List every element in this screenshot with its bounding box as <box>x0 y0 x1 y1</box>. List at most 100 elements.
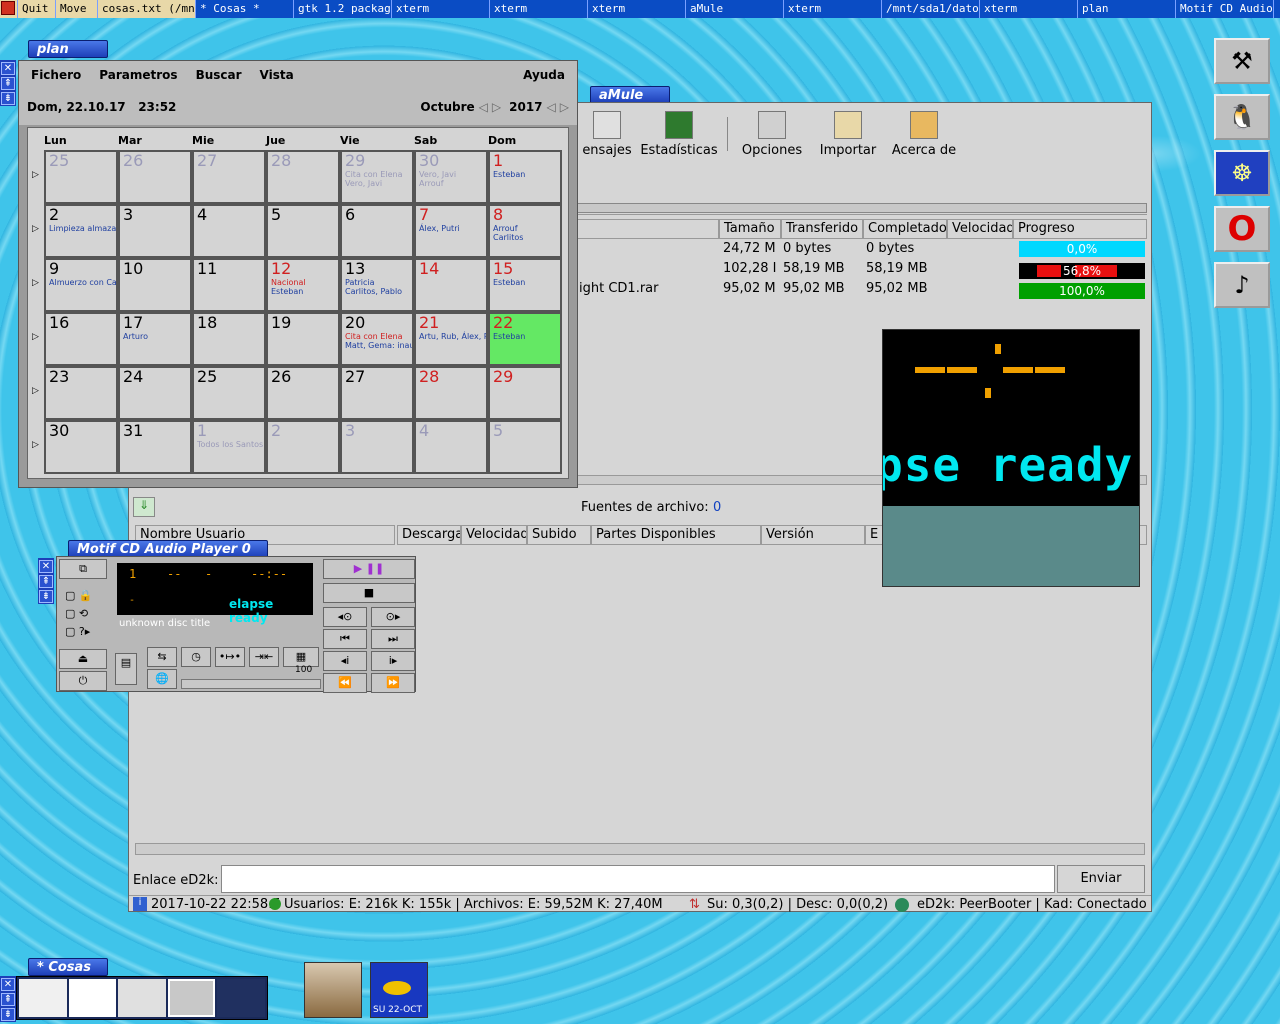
prev-month-icon[interactable]: ◁ <box>479 100 488 114</box>
sample-icon[interactable]: ⇥⇤ <box>249 647 279 667</box>
next-track-button[interactable]: ⏭ <box>371 629 415 649</box>
col-size[interactable]: Tamaño <box>719 219 781 239</box>
week-select-icon[interactable]: ▷ <box>32 386 39 396</box>
maximize-icon[interactable]: ⇞ <box>1 77 15 90</box>
calendar-day[interactable]: 29 <box>488 366 562 420</box>
next-year-icon[interactable]: ▷ <box>560 100 569 114</box>
search-bar[interactable] <box>577 203 1147 213</box>
src-col-version[interactable]: Versión <box>761 525 865 545</box>
iconify-icon[interactable]: ⇟ <box>1 92 15 105</box>
next-month-icon[interactable]: ▷ <box>492 100 501 114</box>
eject-icon[interactable]: ⏏ <box>59 649 107 669</box>
calendar-day[interactable]: 1 Esteban <box>488 150 562 204</box>
iconify-icon[interactable]: ⇟ <box>1 1008 15 1021</box>
menu-vista[interactable]: Vista <box>260 68 294 82</box>
prev-info-button[interactable]: ◂i <box>323 651 367 671</box>
menu-fichero[interactable]: Fichero <box>31 68 81 82</box>
toolbar-estadisticas[interactable]: Estadísticas <box>639 111 719 158</box>
keypad-icon[interactable]: ▦ <box>283 647 319 667</box>
calendar-day[interactable]: 18 <box>192 312 266 366</box>
src-col-speed[interactable]: Velocidad <box>461 525 527 545</box>
volume-slider[interactable] <box>181 679 321 689</box>
rewind-button[interactable]: ⏪ <box>323 673 367 693</box>
calendar-day[interactable]: 16 <box>44 312 118 366</box>
next-info-button[interactable]: i▸ <box>371 651 415 671</box>
prev-track-button[interactable]: ⏮ <box>323 629 367 649</box>
calendar-day[interactable]: 15 Esteban <box>488 258 562 312</box>
desk-4[interactable] <box>167 979 216 1017</box>
task-xterm-4[interactable]: xterm <box>784 0 882 18</box>
task-motif-cd[interactable]: Motif CD Audio P <box>1176 0 1274 18</box>
calendar-day[interactable]: 3 <box>118 204 192 258</box>
src-col-download[interactable]: Descarga <box>397 525 461 545</box>
task-xterm-3[interactable]: xterm <box>588 0 686 18</box>
prev-index-button[interactable]: ◂⊙ <box>323 607 367 627</box>
iconify-icon[interactable]: ⇟ <box>39 590 53 603</box>
calendar-day[interactable]: 12 Nacional Esteban <box>266 258 340 312</box>
calendar-day[interactable]: 6 <box>340 204 414 258</box>
menu-buscar[interactable]: Buscar <box>196 68 242 82</box>
calendar-day[interactable]: 27 <box>192 150 266 204</box>
cd-tracklist-icon[interactable]: ▤ <box>115 653 137 685</box>
calendar-day[interactable]: 10 <box>118 258 192 312</box>
calendar-day[interactable]: 28 <box>414 366 488 420</box>
toolbar-mensajes[interactable]: ensajes <box>577 111 637 158</box>
task-cosas-txt[interactable]: cosas.txt (/mnt <box>98 0 196 18</box>
week-select-icon[interactable]: ▷ <box>32 170 39 180</box>
track-edit-icon[interactable]: ⇆ <box>147 647 177 667</box>
app-menu-icon[interactable] <box>0 0 18 18</box>
src-h-scrollbar[interactable] <box>135 843 1145 855</box>
maximize-icon[interactable]: ⇞ <box>39 575 53 588</box>
calendar-day[interactable]: 28 <box>266 150 340 204</box>
calendar-day[interactable]: 4 <box>414 420 488 474</box>
week-select-icon[interactable]: ▷ <box>32 440 39 450</box>
calendar-day[interactable]: 29 Cita con Elena Vero, Javi <box>340 150 414 204</box>
power-icon[interactable]: ⏻ <box>59 671 107 691</box>
calendar-day[interactable]: 30 <box>44 420 118 474</box>
calendar-day[interactable]: 20Cita con ElenaMatt, Gema: inaug. <box>340 312 414 366</box>
toolbar-opciones[interactable]: Opciones <box>737 111 807 158</box>
ed2k-input[interactable] <box>221 865 1055 893</box>
ship-wheel-icon[interactable]: ☸ <box>1214 150 1270 196</box>
calendar-day[interactable]: 5 <box>488 420 562 474</box>
calendar-day[interactable]: 3 <box>340 420 414 474</box>
task-cosas[interactable]: * Cosas * <box>196 0 294 18</box>
close-icon[interactable]: ✕ <box>39 560 53 573</box>
clock-icon[interactable]: ◷ <box>181 647 211 667</box>
fish-clock-icon[interactable]: SU 22-OCT <box>370 962 428 1018</box>
col-completed[interactable]: Completado <box>863 219 947 239</box>
calendar-day[interactable]: 5 <box>266 204 340 258</box>
cosas-window-title[interactable]: * Cosas * <box>28 958 108 990</box>
task-xterm-5[interactable]: xterm <box>980 0 1078 18</box>
stop-button[interactable]: ■ <box>323 583 415 603</box>
play-pause-button[interactable]: ▶ ❚❚ <box>323 559 415 579</box>
calendar-day[interactable]: 2 <box>266 420 340 474</box>
calendar-day[interactable]: 25 <box>192 366 266 420</box>
calendar-day[interactable]: 8 Arrouf Carlitos <box>488 204 562 258</box>
move-button[interactable]: Move <box>56 0 98 18</box>
calendar-day[interactable]: 2 Limpieza almazara <box>44 204 118 258</box>
calendar-day[interactable]: 17 Arturo <box>118 312 192 366</box>
maximize-icon[interactable]: ⇞ <box>1 993 15 1006</box>
task-xterm-1[interactable]: xterm <box>392 0 490 18</box>
plan-window-title[interactable]: plan <box>28 40 108 58</box>
music-note-icon[interactable]: ♪ <box>1214 262 1270 308</box>
calendar-day[interactable]: 25 <box>44 150 118 204</box>
menu-parametros[interactable]: Parametros <box>99 68 177 82</box>
calendar-day[interactable]: 1 Todos los Santos <box>192 420 266 474</box>
copy-icon[interactable]: ⧉ <box>59 559 107 579</box>
calendar-day[interactable]: 9 Almuerzo con Carli <box>44 258 118 312</box>
send-button[interactable]: Enviar <box>1057 865 1145 893</box>
calendar-day[interactable]: 26 <box>266 366 340 420</box>
src-col-parts[interactable]: Partes Disponibles <box>591 525 761 545</box>
tools-icon[interactable]: ⚒ <box>1214 38 1270 84</box>
desk-1[interactable] <box>19 979 67 1017</box>
next-index-button[interactable]: ⊙▸ <box>371 607 415 627</box>
calendar-day[interactable]: 13 Patricia Carlitos, Pablo <box>340 258 414 312</box>
src-col-uploaded[interactable]: Subido <box>527 525 591 545</box>
ab-repeat-icon[interactable]: •↦• <box>215 647 245 667</box>
calendar-day[interactable]: 7 Álex, Putri <box>414 204 488 258</box>
task-gtk-package[interactable]: gtk 1.2 package <box>294 0 392 18</box>
collapse-arrow-icon[interactable]: ⇓ <box>133 497 155 517</box>
dog-avatar[interactable] <box>304 962 362 1018</box>
